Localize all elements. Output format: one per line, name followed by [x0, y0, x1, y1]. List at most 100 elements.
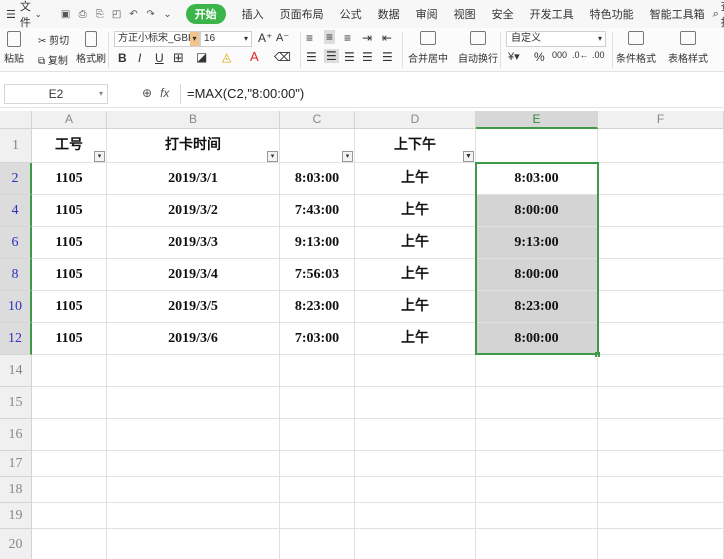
empty-cell[interactable] — [280, 451, 355, 477]
cut-button[interactable]: ✂ 剪切 — [38, 32, 69, 47]
thousands-separator-icon[interactable]: 000 — [552, 50, 567, 60]
empty-cell[interactable] — [107, 477, 280, 503]
row-header[interactable]: 1 — [0, 129, 32, 163]
decrease-decimal-icon[interactable]: .00 — [592, 50, 605, 60]
cell-a[interactable]: 1105 — [32, 291, 107, 323]
cell-e[interactable]: 9:13:00 — [476, 227, 598, 259]
paste-button[interactable]: 粘贴 — [4, 31, 24, 65]
empty-cell[interactable] — [355, 529, 476, 559]
format-painter-button[interactable]: 格式刷 — [76, 31, 106, 65]
merge-center-button[interactable]: 合并居中 — [408, 31, 448, 65]
column-header-c[interactable]: C — [280, 111, 355, 129]
tab-formulas[interactable]: 公式 — [332, 0, 370, 28]
search-button[interactable]: ⌕ 查找 — [713, 0, 724, 30]
cell-a[interactable]: 1105 — [32, 227, 107, 259]
empty-cell[interactable] — [355, 355, 476, 387]
underline-icon[interactable]: U — [155, 51, 164, 65]
empty-cell[interactable] — [598, 451, 724, 477]
cell-d[interactable]: 上午 — [355, 259, 476, 291]
header-cell-e[interactable] — [476, 129, 598, 163]
empty-cell[interactable] — [598, 529, 724, 559]
cell-a[interactable]: 1105 — [32, 259, 107, 291]
wrap-text-button[interactable]: 自动换行 — [458, 31, 498, 65]
select-all-corner[interactable] — [0, 111, 32, 129]
empty-cell[interactable] — [355, 419, 476, 451]
name-box[interactable]: E2 ▾ — [4, 84, 108, 104]
undo-icon[interactable]: ↶ — [128, 8, 140, 20]
empty-cell[interactable] — [107, 529, 280, 559]
tab-page-layout[interactable]: 页面布局 — [272, 0, 332, 28]
header-cell-d[interactable]: 上下午 — [355, 129, 476, 163]
align-right-icon[interactable]: ☰ — [344, 50, 355, 64]
fx-icon[interactable]: fx — [160, 86, 169, 100]
empty-cell[interactable] — [107, 387, 280, 419]
copy-button[interactable]: ⧉ 复制 — [38, 52, 68, 67]
empty-cell[interactable] — [280, 529, 355, 559]
conditional-format-button[interactable]: 条件格式 — [616, 31, 656, 65]
cell-c[interactable]: 7:43:00 — [280, 195, 355, 227]
number-format-select[interactable]: 自定义 ▾ — [506, 31, 606, 47]
percent-icon[interactable]: % — [534, 50, 545, 64]
empty-cell[interactable] — [598, 387, 724, 419]
export-pdf-icon[interactable]: ◰ — [111, 8, 123, 20]
row-header[interactable]: 12 — [0, 323, 32, 355]
save-icon[interactable]: ▣ — [60, 8, 72, 20]
cell-d[interactable]: 上午 — [355, 227, 476, 259]
row-header[interactable]: 20 — [0, 529, 32, 559]
zoom-icon[interactable]: ⊕ — [142, 86, 152, 100]
tab-developer[interactable]: 开发工具 — [522, 0, 582, 28]
formula-input[interactable]: =MAX(C2,"8:00:00") — [180, 84, 724, 104]
empty-cell[interactable] — [280, 355, 355, 387]
column-header-b[interactable]: B — [107, 111, 280, 129]
cell-d[interactable]: 上午 — [355, 291, 476, 323]
empty-cell[interactable] — [280, 477, 355, 503]
filter-dropdown-icon[interactable]: ▾ — [94, 151, 105, 162]
cell[interactable] — [598, 227, 724, 259]
tab-data[interactable]: 数据 — [370, 0, 408, 28]
filter-dropdown-icon[interactable]: ▾ — [342, 151, 353, 162]
align-middle-icon[interactable]: ≡ — [324, 30, 336, 44]
cell-a[interactable]: 1105 — [32, 163, 107, 195]
empty-cell[interactable] — [476, 503, 598, 529]
fill-color-icon[interactable]: ◪ — [196, 50, 207, 64]
empty-cell[interactable] — [355, 451, 476, 477]
redo-icon[interactable]: ↷ — [145, 8, 157, 20]
italic-icon[interactable]: I — [138, 51, 141, 65]
empty-cell[interactable] — [355, 477, 476, 503]
distributed-icon[interactable]: ☰ — [382, 50, 393, 64]
font-size-select[interactable]: 16 ▾ — [200, 31, 252, 47]
row-header[interactable]: 18 — [0, 477, 32, 503]
row-header[interactable]: 17 — [0, 451, 32, 477]
increase-font-icon[interactable]: A⁺ — [258, 31, 272, 45]
cell-b[interactable]: 2019/3/5 — [107, 291, 280, 323]
tab-home[interactable]: 开始 — [178, 0, 234, 28]
empty-cell[interactable] — [32, 451, 107, 477]
indent-icon[interactable]: ⇥ — [362, 31, 372, 45]
empty-cell[interactable] — [476, 355, 598, 387]
decrease-font-icon[interactable]: A⁻ — [276, 31, 289, 44]
row-header[interactable]: 4 — [0, 195, 32, 227]
align-left-icon[interactable]: ☰ — [306, 50, 317, 64]
header-cell-b[interactable]: 打卡时间 — [107, 129, 280, 163]
cell[interactable] — [598, 259, 724, 291]
tab-smart-toolbox[interactable]: 智能工具箱 — [642, 0, 713, 28]
highlight-icon[interactable]: ◬ — [222, 50, 231, 64]
tab-insert[interactable]: 插入 — [234, 0, 272, 28]
tab-features[interactable]: 特色功能 — [582, 0, 642, 28]
empty-cell[interactable] — [280, 419, 355, 451]
print-icon[interactable]: ⎘ — [94, 8, 106, 20]
empty-cell[interactable] — [598, 503, 724, 529]
align-center-icon[interactable]: ☰ — [324, 49, 339, 63]
row-header[interactable]: 15 — [0, 387, 32, 419]
currency-icon[interactable]: ¥▾ — [508, 50, 520, 63]
empty-cell[interactable] — [476, 419, 598, 451]
cell-e[interactable]: 8:00:00 — [476, 323, 598, 355]
cell-e[interactable]: 8:03:00 — [476, 163, 598, 195]
row-header[interactable]: 8 — [0, 259, 32, 291]
file-menu[interactable]: ☰ 文件 ⌄ — [0, 0, 48, 29]
filter-active-icon[interactable]: ▼ — [463, 151, 474, 162]
empty-cell[interactable] — [32, 477, 107, 503]
column-header-a[interactable]: A — [32, 111, 107, 129]
cell-c[interactable]: 9:13:00 — [280, 227, 355, 259]
empty-cell[interactable] — [107, 503, 280, 529]
